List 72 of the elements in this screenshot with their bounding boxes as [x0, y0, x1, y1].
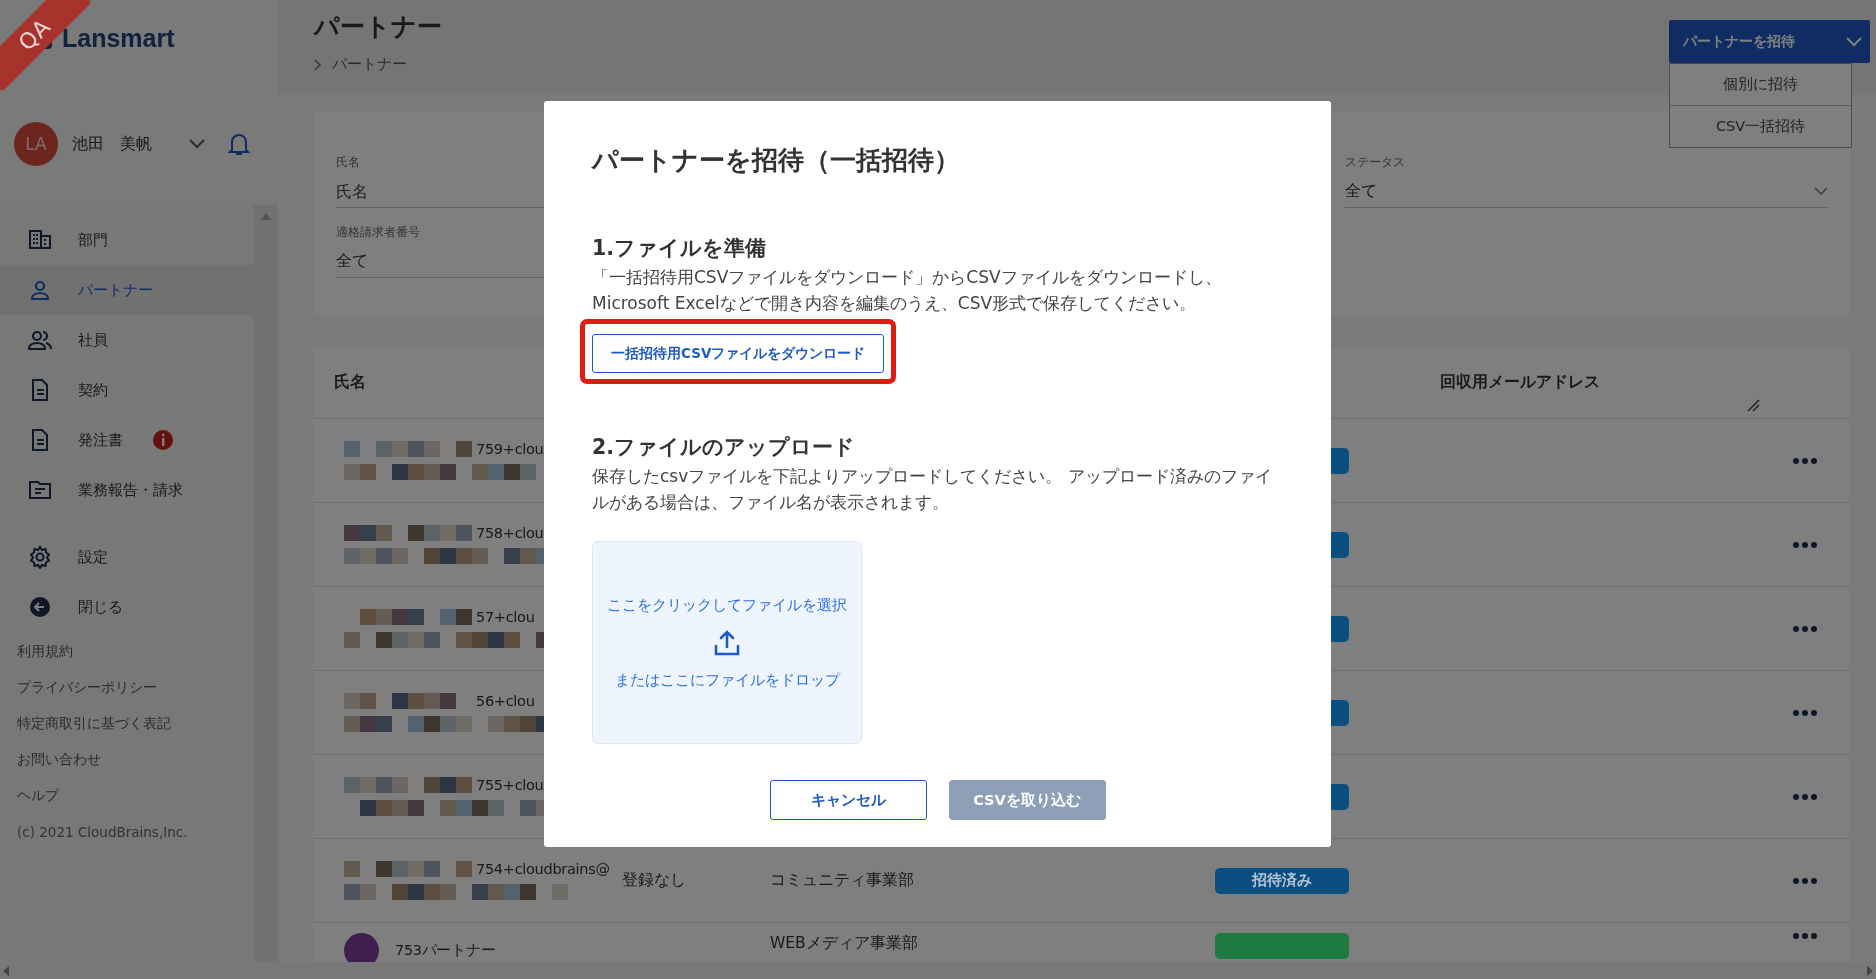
nav-item[interactable]: 業務報告・請求 — [0, 465, 253, 515]
page-title: パートナー — [314, 11, 442, 43]
footer-link[interactable]: 特定商取引に基づく表記 — [17, 714, 253, 733]
table-cell-text: コミュニティ事業部 — [770, 870, 915, 891]
column-header: 回収用メールアドレス — [1440, 372, 1600, 393]
notification-bell-icon[interactable] — [228, 131, 250, 157]
email-text: 759+clou — [476, 441, 544, 458]
breadcrumb-link[interactable]: パートナー — [332, 55, 407, 74]
email-text: 754+cloudbrains@ — [476, 861, 610, 878]
more-options-icon[interactable] — [1793, 625, 1817, 632]
nav-item[interactable]: 発注書 — [0, 415, 253, 465]
nav-item[interactable]: 部門 — [0, 215, 253, 265]
modal-title: パートナーを招待（一括招待） — [592, 144, 961, 177]
partner-name: 753パートナー — [395, 942, 496, 959]
file-drop-zone[interactable]: ここをクリックしてファイルを選択 またはここにファイルをドロップ — [592, 541, 862, 744]
upload-icon — [713, 628, 741, 657]
status-badge: 招待済み — [1215, 867, 1349, 894]
chevron-down-icon — [1814, 187, 1828, 196]
nav-item[interactable]: 社員 — [0, 315, 253, 365]
chevron-down-icon — [1846, 36, 1862, 47]
menu-item[interactable]: 個別に招待 — [1670, 64, 1851, 106]
email-text: 755+clou — [476, 777, 544, 794]
user-avatar[interactable]: LA — [14, 122, 58, 166]
nav-item[interactable]: パートナー — [0, 265, 253, 315]
nav-item[interactable]: 契約 — [0, 365, 253, 415]
nav-item[interactable]: 設定 — [0, 532, 253, 582]
email-text: 57+clou — [476, 609, 535, 626]
gear-icon — [28, 545, 52, 569]
invite-partner-button[interactable]: パートナーを招待 — [1669, 20, 1870, 63]
scroll-left-icon — [3, 965, 9, 976]
email-text: 758+clou — [476, 525, 544, 542]
menu-item[interactable]: CSV一括招待 — [1670, 106, 1851, 147]
more-options-icon[interactable] — [1793, 709, 1817, 716]
table-cell-text: WEBメディア事業部 — [770, 933, 919, 954]
copyright-text: (c) 2021 CloudBrains,Inc. — [17, 824, 189, 840]
nav-item[interactable]: 閉じる — [0, 582, 253, 632]
email-text: 56+clou — [476, 693, 535, 710]
footer-link[interactable]: ヘルプ — [17, 786, 253, 805]
folder-icon — [28, 478, 52, 502]
more-options-icon[interactable] — [1793, 541, 1817, 548]
user-avatar — [344, 933, 379, 962]
filter-label: ステータス — [1345, 154, 1406, 170]
vertical-scrollbar[interactable] — [253, 205, 278, 962]
step-heading: 2.ファイルのアップロード — [592, 434, 856, 461]
more-options-icon[interactable] — [1793, 457, 1817, 464]
people-icon — [28, 328, 52, 352]
footer-link[interactable]: 利用規約 — [17, 642, 253, 661]
column-header: 氏名 — [333, 372, 367, 393]
footer-link[interactable]: お問い合わせ — [17, 750, 253, 769]
footer-link[interactable]: プライバシーポリシー — [17, 678, 253, 697]
filter-label: 適格請求者番号 — [336, 224, 420, 240]
filter-select[interactable]: 全て — [1345, 176, 1828, 208]
user-name: 池田 美帆 — [72, 133, 153, 155]
scroll-right-icon — [1867, 965, 1873, 976]
person-icon — [28, 278, 52, 302]
building-icon — [28, 228, 52, 252]
table-cell-text: 登録なし — [622, 870, 687, 891]
select-file-link[interactable]: ここをクリックしてファイルを選択 — [607, 595, 847, 615]
filter-label: 氏名 — [336, 154, 360, 170]
step-description: 保存したcsvファイルを下記よりアップロードしてください。 アップロード済みのファイルがある場合は、ファイル名が表示されます。 — [592, 465, 1273, 514]
more-options-icon[interactable] — [1793, 877, 1817, 884]
step-heading: 1.ファイルを準備 — [592, 235, 767, 262]
drop-hint-text: またはここにファイルをドロップ — [614, 670, 840, 690]
chevron-down-icon[interactable] — [188, 138, 206, 150]
resize-handle-icon[interactable] — [1746, 398, 1760, 412]
horizontal-scrollbar[interactable] — [3, 965, 1873, 976]
more-options-icon[interactable] — [1793, 793, 1817, 800]
download-csv-button[interactable]: 一括招待用CSVファイルをダウンロード — [592, 334, 885, 373]
cancel-button[interactable]: キャンセル — [769, 780, 927, 820]
chevron-right-icon — [314, 58, 322, 71]
more-options-icon[interactable] — [1793, 933, 1817, 939]
step-description: 「一括招待用CSVファイルをダウンロード」からCSVファイルをダウンロードし、Microsoft Excelなどで開き内容を編集のうえ、CSV形式で保存してください。 — [592, 266, 1223, 315]
